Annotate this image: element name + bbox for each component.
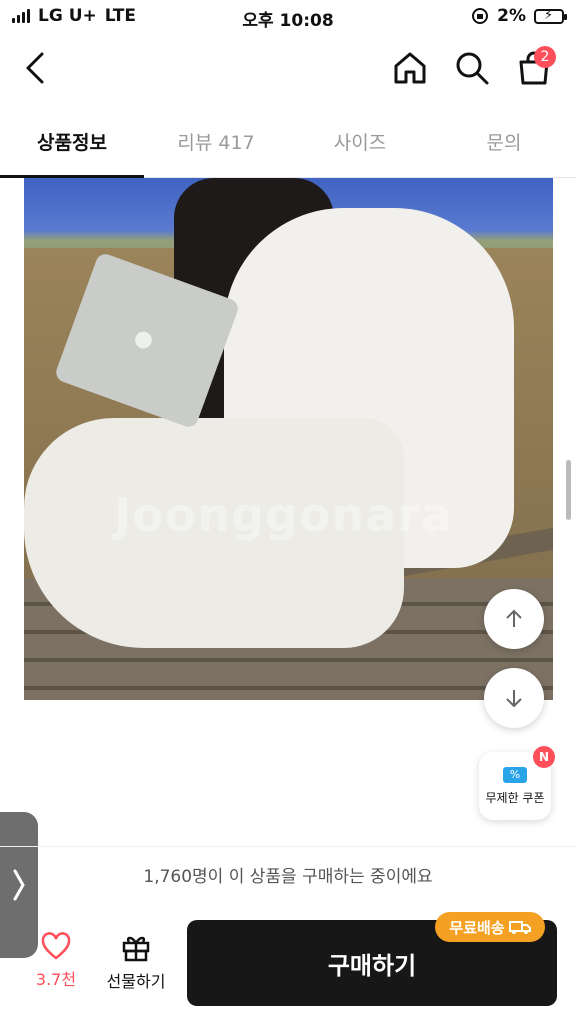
product-photo: ● Joonggonara xyxy=(24,178,553,700)
arrow-up-icon xyxy=(506,609,522,627)
gift-label: 선물하기 xyxy=(106,972,166,991)
tab-reviews[interactable]: 리뷰 417 xyxy=(144,106,288,177)
tab-size[interactable]: 사이즈 xyxy=(288,106,432,177)
scroll-down-button[interactable] xyxy=(484,668,544,728)
home-icon xyxy=(394,52,426,84)
tab-product-info[interactable]: 상품정보 xyxy=(0,106,144,178)
search-icon xyxy=(456,52,489,85)
arrow-down-icon xyxy=(506,690,522,708)
buyers-count-text: 1,760명이 이 상품을 구매하는 중이에요 xyxy=(0,846,576,902)
new-badge: N xyxy=(533,746,555,768)
coupon-icon: % xyxy=(503,766,527,783)
gift-icon xyxy=(122,936,150,962)
apple-logo-icon: ● xyxy=(130,324,158,355)
status-right: 2% ⚡ xyxy=(471,6,567,26)
truck-icon xyxy=(508,921,531,934)
free-shipping-badge: 무료배송 xyxy=(435,912,545,942)
battery-percent: 2% xyxy=(497,6,526,26)
search-button[interactable] xyxy=(448,44,496,92)
chevron-left-icon xyxy=(26,52,44,84)
status-bar: LG U+ LTE 오후 10:08 2% ⚡ xyxy=(0,0,576,34)
tab-bar: 상품정보 리뷰 417 사이즈 문의 xyxy=(0,106,576,178)
cart-button[interactable]: 2 xyxy=(510,44,558,92)
watermark: Joonggonara xyxy=(114,488,454,542)
battery-icon: ⚡ xyxy=(534,8,567,24)
home-button[interactable] xyxy=(386,44,434,92)
top-nav: 2 xyxy=(0,34,576,104)
orientation-lock-icon xyxy=(472,8,489,24)
gift-button[interactable]: 선물하기 xyxy=(100,932,172,992)
back-button[interactable] xyxy=(12,44,60,92)
cart-count-badge: 2 xyxy=(534,46,556,68)
scroll-up-button[interactable] xyxy=(484,589,544,649)
unlimited-coupon-button[interactable]: % 무제한 쿠폰 N xyxy=(479,746,555,820)
free-shipping-label: 무료배송 xyxy=(449,918,505,937)
tab-inquiry[interactable]: 문의 xyxy=(432,106,576,177)
heart-icon xyxy=(41,932,71,960)
like-count: 3.7천 xyxy=(35,970,77,989)
like-button[interactable]: 3.7천 xyxy=(30,932,82,990)
coupon-label: 무제한 쿠폰 xyxy=(485,790,545,805)
scrollbar[interactable] xyxy=(566,460,571,520)
